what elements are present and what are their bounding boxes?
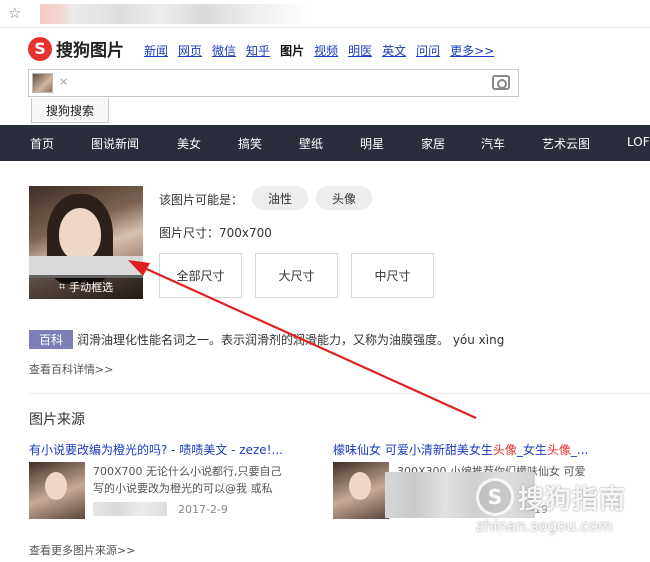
cat-funny[interactable]: 搞笑 [238,135,262,152]
logo-text: 搜狗图片 [56,41,124,61]
sogou-logo[interactable]: S 搜狗图片 [28,36,124,61]
query-image[interactable]: ⌗ 手动框选 [29,186,143,299]
source-1-thumbnail[interactable] [29,462,85,519]
tag-oily[interactable]: 油性 [252,186,309,210]
sogou-zhinan-watermark: S 搜狗指南 [476,478,626,516]
more-sources-link[interactable]: 查看更多图片来源>> [29,542,135,558]
source-2-face [349,472,371,500]
source-1-face [45,472,67,500]
search-button[interactable]: 搜狗搜索 [31,98,109,123]
watermark-logo-icon: S [476,478,514,516]
cat-car[interactable]: 汽车 [481,135,505,152]
source-2-title-hl2: 头像 [546,443,571,457]
cat-home[interactable]: 首页 [30,135,54,152]
watermark-text: 搜狗指南 [518,484,627,515]
section-divider [29,393,650,394]
source-1-desc-line1: 700X700 无论什么小说都行,只要自己 [93,465,282,478]
bookmark-star-icon[interactable]: ☆ [8,4,21,22]
baike-text: 润滑油理化性能名词之一。表示润滑剂的润滑能力，又称为油膜强度。 yóu xìng [77,333,505,347]
cat-art[interactable]: 艺术云图 [542,135,590,152]
cat-star[interactable]: 明星 [360,135,384,152]
manual-crop-button[interactable]: ⌗ 手动框选 [29,275,143,299]
cat-news[interactable]: 图说新闻 [91,135,139,152]
all-sizes-button[interactable]: 全部尺寸 [159,253,242,298]
address-bar-blur [40,4,310,24]
image-size-label: 图片尺寸：700x700 [159,226,272,240]
nav-more[interactable]: 更多>> [450,42,494,59]
nav-wenwen[interactable]: 问问 [416,42,440,59]
search-input[interactable]: × [28,69,519,97]
crop-label: 手动框选 [69,281,114,294]
guess-label: 该图片可能是： [159,193,244,207]
nav-images[interactable]: 图片 [280,42,304,59]
query-image-thumbnail [32,73,53,93]
source-1-desc-line2: 写的小说要改为橙光的可以@我 或私 [93,482,273,495]
source-2-thumbnail[interactable] [333,462,389,519]
cat-beauty[interactable]: 美女 [177,135,201,152]
nav-zhihu[interactable]: 知乎 [246,42,270,59]
source-2-title-prefix: 檬味仙女 可爱小清新甜美女生 [333,443,493,457]
baike-more-link[interactable]: 查看百科详情>> [29,361,113,377]
logo-mark: S [28,36,52,61]
baike-badge: 百科 [29,330,73,349]
medium-size-button[interactable]: 中尺寸 [351,253,434,298]
source-1-desc: 700X700 无论什么小说都行,只要自己 写的小说要改为橙光的可以@我 或私 [93,463,282,497]
nav-weixin[interactable]: 微信 [212,42,236,59]
cat-wallpaper[interactable]: 壁纸 [299,135,323,152]
nav-english[interactable]: 英文 [382,42,406,59]
nav-mingyi[interactable]: 明医 [348,42,372,59]
large-size-button[interactable]: 大尺寸 [255,253,338,298]
remove-image-icon[interactable]: × [59,75,68,88]
nav-news[interactable]: 新闻 [144,42,168,59]
browser-bar: ☆ [0,0,650,28]
top-nav: 新闻 网页 微信 知乎 图片 视频 明医 英文 问问 更多>> [144,42,494,59]
tag-avatar[interactable]: 头像 [316,186,373,210]
cat-home-decor[interactable]: 家居 [421,135,445,152]
category-nav: 首页 图说新闻 美女 搞笑 壁纸 明星 家居 汽车 艺术云图 LOF [0,125,650,161]
sources-title: 图片来源 [29,412,85,428]
source-1-date: 2017-2-9 [178,503,228,516]
cat-lof[interactable]: LOF [627,135,650,149]
source-2-title[interactable]: 檬味仙女 可爱小清新甜美女生头像_女生头像_... [333,441,588,458]
source-2-title-suffix: _... [570,443,589,457]
source-1-blur [93,502,167,516]
crop-icon: ⌗ [58,280,66,293]
source-2-title-mid: _女生 [516,443,547,457]
source-1-title[interactable]: 有小说要改编为橙光的吗? - 啧啧美文 - zeze!... [29,441,283,458]
source-2-title-hl1: 头像 [492,443,517,457]
photo-face [59,208,101,260]
watermark-url: zhinan.sogou.com [476,517,613,535]
camera-icon[interactable] [492,75,510,90]
nav-web[interactable]: 网页 [178,42,202,59]
nav-video[interactable]: 视频 [314,42,338,59]
